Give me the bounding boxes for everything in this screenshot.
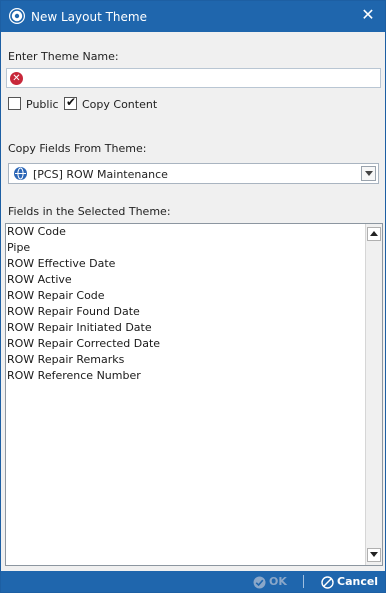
copy-content-label: Copy Content <box>82 98 158 111</box>
fields-listbox[interactable]: ROW Code Pipe ROW Effective Date ROW Act… <box>5 223 383 566</box>
list-item[interactable]: ROW Code <box>6 224 364 240</box>
copy-fields-label: Copy Fields From Theme: <box>8 142 147 155</box>
checkmark-icon: ✔ <box>66 95 77 109</box>
copy-fields-selected: [PCS] ROW Maintenance <box>33 168 168 181</box>
new-layout-theme-dialog: New Layout Theme ✕ Enter Theme Name: ✕ P… <box>0 0 386 593</box>
cancel-label: Cancel <box>337 575 379 588</box>
list-item[interactable]: ROW Active <box>6 272 364 288</box>
close-icon[interactable]: ✕ <box>359 6 377 24</box>
list-item[interactable]: ROW Reference Number <box>6 368 364 384</box>
scroll-up-icon[interactable] <box>367 227 381 241</box>
list-item[interactable]: ROW Repair Found Date <box>6 304 364 320</box>
dialog-title: New Layout Theme <box>31 10 147 24</box>
check-circle-icon <box>253 576 266 589</box>
copy-fields-dropdown[interactable]: [PCS] ROW Maintenance <box>8 163 379 184</box>
chevron-down-icon[interactable] <box>361 166 376 181</box>
public-checkbox[interactable] <box>8 97 21 110</box>
theme-app-icon <box>9 8 25 24</box>
list-item[interactable]: ROW Repair Code <box>6 288 364 304</box>
fields-list-label: Fields in the Selected Theme: <box>8 205 171 218</box>
copy-content-checkbox[interactable]: ✔ <box>64 95 77 110</box>
globe-icon <box>14 167 27 180</box>
ok-label: OK <box>269 575 287 588</box>
list-item[interactable]: ROW Repair Corrected Date <box>6 336 364 352</box>
theme-name-field[interactable]: ✕ <box>6 68 381 88</box>
dialog-footer: OK Cancel <box>1 571 385 592</box>
theme-name-input[interactable] <box>29 70 377 86</box>
error-icon: ✕ <box>10 72 23 85</box>
fields-list: ROW Code Pipe ROW Effective Date ROW Act… <box>6 224 364 384</box>
list-item[interactable]: ROW Repair Initiated Date <box>6 320 364 336</box>
scroll-down-icon[interactable] <box>367 548 381 562</box>
public-label: Public <box>26 98 59 111</box>
list-item[interactable]: ROW Effective Date <box>6 256 364 272</box>
vertical-scrollbar[interactable] <box>365 224 382 565</box>
list-item[interactable]: Pipe <box>6 240 364 256</box>
cancel-circle-icon <box>321 576 334 589</box>
list-item[interactable]: ROW Repair Remarks <box>6 352 364 368</box>
theme-name-label: Enter Theme Name: <box>8 50 119 63</box>
title-bar[interactable]: New Layout Theme ✕ <box>1 1 385 32</box>
footer-divider <box>303 575 304 588</box>
